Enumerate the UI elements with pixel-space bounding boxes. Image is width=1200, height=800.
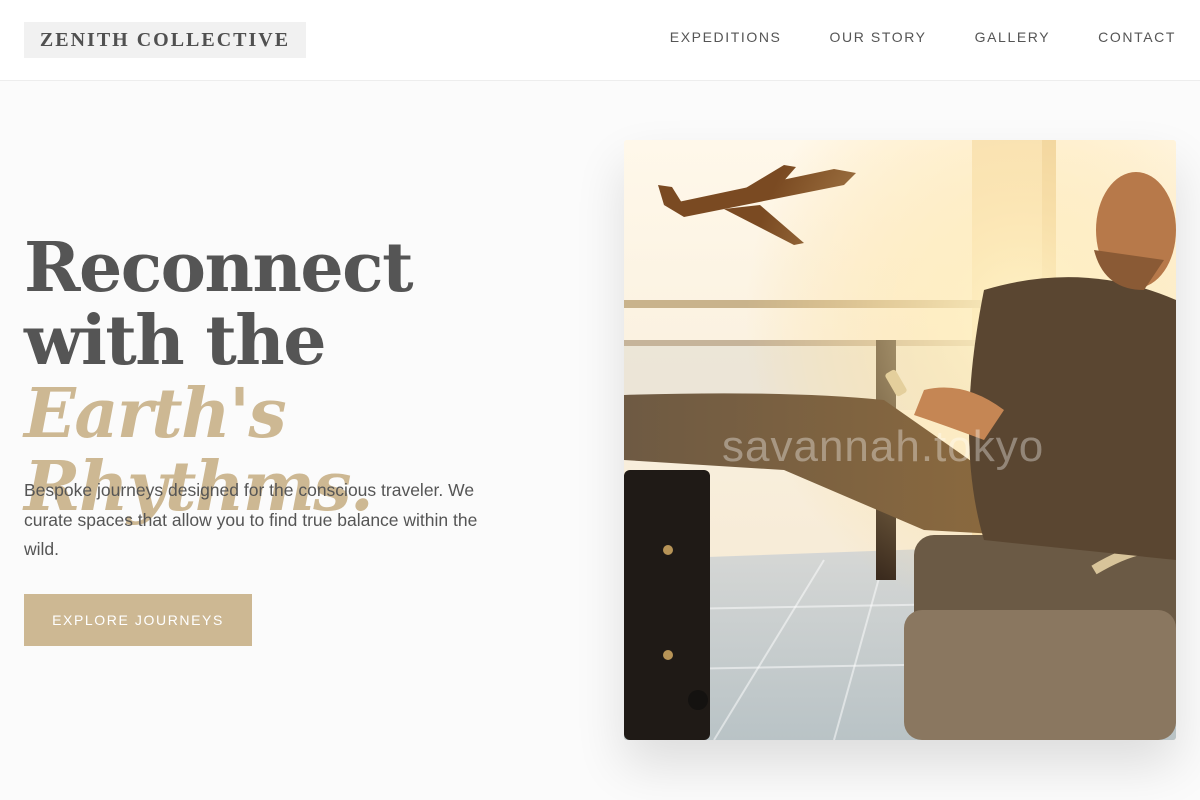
hero-title-main: Reconnect with the (24, 228, 414, 381)
main-nav: EXPEDITIONS OUR STORY GALLERY CONTACT (670, 29, 1176, 45)
nav-expeditions[interactable]: EXPEDITIONS (670, 29, 782, 45)
image-watermark: savannah.tokyo (722, 422, 1045, 471)
brand-logo[interactable]: ZENITH COLLECTIVE (24, 22, 306, 58)
site-header: ZENITH COLLECTIVE EXPEDITIONS OUR STORY … (0, 0, 1200, 81)
nav-gallery[interactable]: GALLERY (975, 29, 1051, 45)
hero-description: Bespoke journeys designed for the consci… (24, 480, 478, 559)
nav-contact[interactable]: CONTACT (1098, 29, 1176, 45)
nav-our-story[interactable]: OUR STORY (830, 29, 927, 45)
hero-image: savannah.tokyo (624, 140, 1176, 740)
explore-journeys-button[interactable]: EXPLORE JOURNEYS (24, 594, 252, 646)
